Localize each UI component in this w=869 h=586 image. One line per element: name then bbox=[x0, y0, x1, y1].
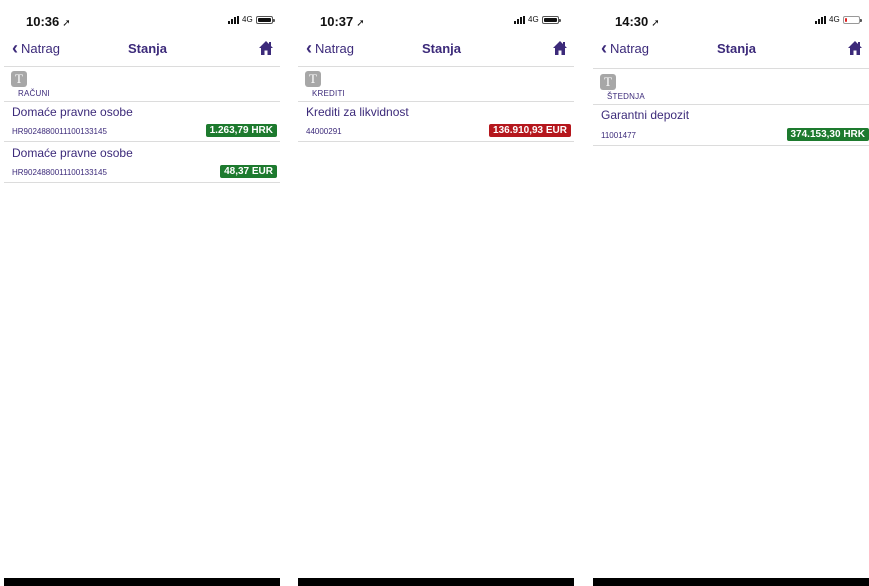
page-title: Stanja bbox=[717, 41, 757, 56]
back-label: Natrag bbox=[315, 40, 355, 56]
phone-screen-accounts: 10:36 ➚ 4G ‹ Natrag Stanja T RAČUNI Domać… bbox=[4, 0, 280, 586]
account-number: 44000291 bbox=[306, 127, 342, 136]
section-icon: T bbox=[11, 71, 27, 87]
signal-icon bbox=[815, 15, 826, 24]
phone-screen-savings: 14:30 ➚ 4G ‹ Natrag Stanja T ŠTEDNJA Gara… bbox=[593, 0, 869, 586]
account-name[interactable]: Domaće pravne osobe bbox=[12, 146, 133, 160]
divider bbox=[4, 141, 280, 142]
divider bbox=[4, 101, 280, 102]
status-time: 10:36 ➚ bbox=[26, 14, 71, 29]
system-indicators: 4G bbox=[228, 15, 275, 24]
battery-icon bbox=[541, 15, 561, 24]
home-icon[interactable] bbox=[552, 40, 568, 56]
location-arrow-icon: ➚ bbox=[62, 18, 71, 29]
status-time: 14:30 ➚ bbox=[615, 14, 660, 29]
back-button[interactable]: ‹ Natrag bbox=[306, 39, 354, 57]
home-icon[interactable] bbox=[847, 40, 863, 56]
page-title: Stanja bbox=[422, 41, 462, 56]
balance-badge: 48,37 EUR bbox=[220, 165, 277, 178]
system-indicators: 4G bbox=[514, 15, 561, 24]
section-icon: T bbox=[600, 74, 616, 90]
home-indicator-bar bbox=[4, 578, 280, 586]
balance-badge: 374.153,30 HRK bbox=[786, 128, 869, 141]
account-name[interactable]: Krediti za likvidnost bbox=[306, 105, 409, 119]
signal-icon bbox=[228, 15, 239, 24]
balance-badge: 1.263,79 HRK bbox=[205, 124, 277, 137]
divider bbox=[4, 66, 280, 67]
divider bbox=[4, 182, 280, 183]
chevron-left-icon: ‹ bbox=[306, 38, 312, 58]
divider bbox=[593, 68, 869, 69]
section-icon: T bbox=[305, 71, 321, 87]
account-number: HR9024880011100133145 bbox=[12, 168, 107, 177]
network-type: 4G bbox=[242, 15, 253, 24]
battery-icon bbox=[255, 15, 275, 24]
back-button[interactable]: ‹ Natrag bbox=[601, 39, 649, 57]
account-number: 11001477 bbox=[601, 131, 636, 140]
section-label: ŠTEDNJA bbox=[607, 92, 645, 101]
page-title: Stanja bbox=[128, 41, 168, 56]
section-label: RAČUNI bbox=[18, 89, 50, 98]
balance-badge: 136.910,93 EUR bbox=[489, 124, 571, 137]
nav-bar: ‹ Natrag Stanja bbox=[593, 36, 869, 64]
divider bbox=[593, 145, 869, 146]
phone-screen-loans: 10:37 ➚ 4G ‹ Natrag Stanja T KREDITI Kred… bbox=[298, 0, 574, 586]
chevron-left-icon: ‹ bbox=[601, 38, 607, 58]
chevron-left-icon: ‹ bbox=[12, 38, 18, 58]
section-label: KREDITI bbox=[312, 89, 345, 98]
divider bbox=[298, 101, 574, 102]
divider bbox=[298, 141, 574, 142]
home-indicator-bar bbox=[593, 578, 869, 586]
system-indicators: 4G bbox=[815, 15, 862, 24]
nav-bar: ‹ Natrag Stanja bbox=[298, 36, 574, 64]
account-number: HR9024880011100133145 bbox=[12, 127, 107, 136]
back-label: Natrag bbox=[21, 40, 61, 56]
divider bbox=[298, 66, 574, 67]
network-type: 4G bbox=[829, 15, 840, 24]
home-indicator-bar bbox=[298, 578, 574, 586]
back-button[interactable]: ‹ Natrag bbox=[12, 39, 60, 57]
status-time: 10:37 ➚ bbox=[320, 14, 365, 29]
location-arrow-icon: ➚ bbox=[356, 18, 365, 29]
home-icon[interactable] bbox=[258, 40, 274, 56]
divider bbox=[593, 104, 869, 105]
battery-icon bbox=[842, 15, 862, 24]
network-type: 4G bbox=[528, 15, 539, 24]
nav-bar: ‹ Natrag Stanja bbox=[4, 36, 280, 64]
signal-icon bbox=[514, 15, 525, 24]
back-label: Natrag bbox=[610, 40, 650, 56]
location-arrow-icon: ➚ bbox=[651, 18, 660, 29]
account-name[interactable]: Garantni depozit bbox=[601, 108, 689, 122]
account-name[interactable]: Domaće pravne osobe bbox=[12, 105, 133, 119]
